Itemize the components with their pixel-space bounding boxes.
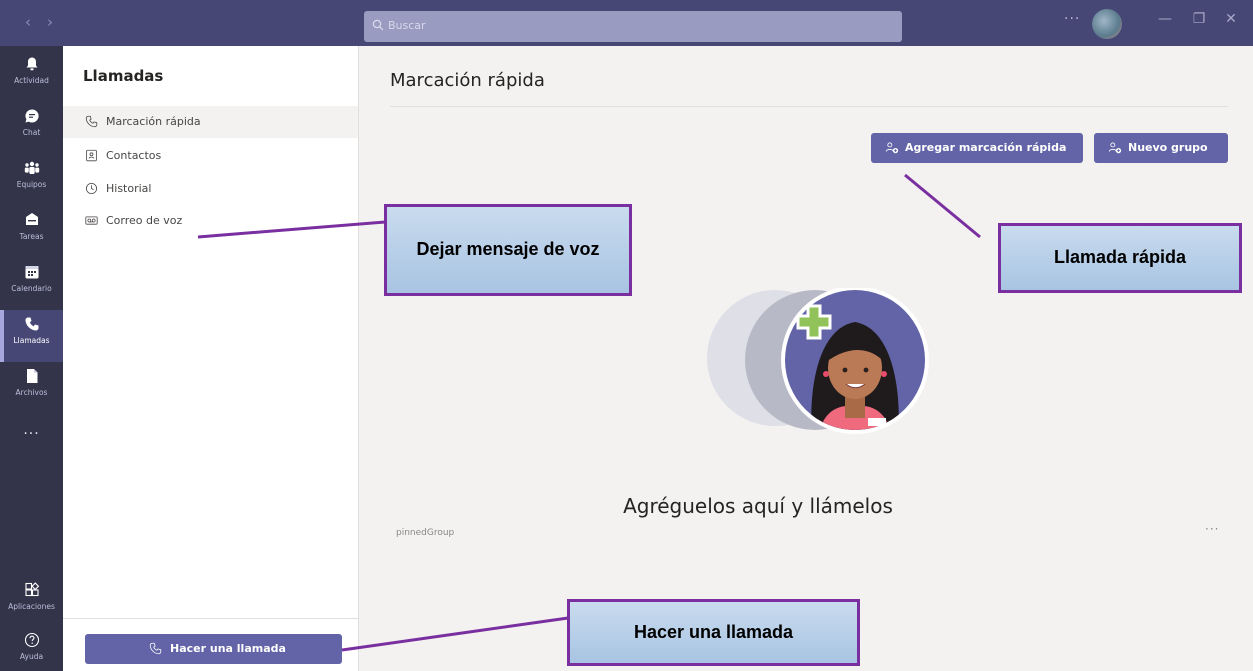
search-placeholder: Buscar (388, 19, 426, 32)
forward-icon[interactable]: › (42, 13, 58, 31)
add-speed-dial-button[interactable]: Agregar marcación rápida (871, 133, 1083, 163)
rail-label: Calendario (11, 284, 52, 293)
voicemail-icon (85, 216, 98, 225)
tasks-icon (26, 213, 38, 225)
rail-item-aplicaciones[interactable]: Aplicaciones (0, 576, 63, 628)
make-call-label: Hacer una llamada (170, 642, 286, 655)
page-title: Marcación rápida (390, 70, 545, 91)
rail-item-calendario[interactable]: Calendario (0, 258, 63, 310)
speed-dial-illustration (707, 288, 929, 434)
phone-icon (149, 642, 162, 655)
panel-item-contacts[interactable]: Contactos (63, 140, 358, 172)
new-group-button[interactable]: Nuevo grupo (1094, 133, 1228, 163)
rail-item-equipos[interactable]: Equipos (0, 154, 63, 206)
clock-icon (85, 182, 98, 195)
rail-item-actividad[interactable]: Actividad (0, 50, 63, 102)
add-group-icon (1108, 142, 1122, 154)
panel-item-history[interactable]: Historial (63, 173, 358, 205)
make-call-button[interactable]: Hacer una llamada (85, 634, 342, 664)
rail-label: Archivos (15, 388, 48, 397)
rail-label: Tareas (19, 232, 44, 241)
search-icon (372, 19, 384, 31)
callout-voicemail: Dejar mensaje de voz (384, 204, 632, 296)
panel-title: Llamadas (83, 67, 164, 85)
panel-item-label: Historial (106, 182, 152, 195)
teams-window: ‹ › Buscar ··· — ❐ ✕ Actividad Chat Equi… (0, 0, 1253, 671)
help-icon (24, 632, 40, 648)
minimize-icon[interactable]: — (1156, 11, 1174, 27)
rail-label: Llamadas (13, 336, 50, 345)
rail-label: Ayuda (19, 652, 44, 661)
title-bar: ‹ › Buscar ··· — ❐ ✕ (0, 0, 1253, 46)
rail-label: Aplicaciones (8, 602, 55, 611)
pinned-group-label: pinnedGroup (396, 528, 455, 538)
contacts-icon (86, 149, 97, 162)
chat-icon (25, 109, 39, 123)
panel-item-label: Correo de voz (106, 214, 183, 227)
rail-item-tareas[interactable]: Tareas (0, 206, 63, 258)
empty-state-text: Agréguelos aquí y llámelos (623, 494, 893, 518)
rail-item-llamadas[interactable]: Llamadas (0, 310, 63, 362)
rail-label: Chat (22, 128, 41, 137)
add-speed-dial-label: Agregar marcación rápida (905, 141, 1067, 154)
callout-speed-dial: Llamada rápida (998, 223, 1242, 293)
more-apps-icon[interactable]: ··· (0, 426, 63, 442)
panel-item-label: Contactos (106, 149, 162, 162)
user-avatar[interactable] (1092, 9, 1122, 39)
file-icon (27, 369, 38, 383)
more-options-icon[interactable]: ··· (1064, 11, 1080, 27)
calls-panel: Llamadas Marcación rápida Contactos Hist… (63, 46, 359, 671)
bell-icon (26, 57, 38, 71)
close-icon[interactable]: ✕ (1222, 11, 1240, 27)
app-rail: Actividad Chat Equipos Tareas Calendario… (0, 46, 63, 671)
add-people-icon (885, 142, 899, 154)
panel-divider (63, 618, 358, 619)
panel-item-speed-dial[interactable]: Marcación rápida (63, 106, 358, 138)
phone-icon (85, 115, 98, 128)
rail-item-ayuda[interactable]: Ayuda (0, 626, 63, 671)
new-group-label: Nuevo grupo (1128, 141, 1208, 154)
callout-make-call: Hacer una llamada (567, 599, 860, 666)
title-divider (390, 106, 1228, 107)
rail-item-chat[interactable]: Chat (0, 102, 63, 154)
back-icon[interactable]: ‹ (20, 13, 36, 31)
rail-label: Actividad (14, 76, 49, 85)
phone-icon (25, 317, 39, 331)
teams-icon (24, 161, 40, 174)
panel-item-voicemail[interactable]: Correo de voz (63, 205, 358, 237)
calendar-icon (25, 266, 39, 279)
apps-icon (25, 582, 40, 597)
search-input[interactable]: Buscar (364, 11, 902, 42)
panel-item-label: Marcación rápida (106, 115, 201, 128)
group-more-icon[interactable]: ··· (1205, 522, 1219, 536)
rail-label: Equipos (16, 180, 47, 189)
maximize-icon[interactable]: ❐ (1190, 11, 1208, 27)
rail-item-archivos[interactable]: Archivos (0, 362, 63, 414)
